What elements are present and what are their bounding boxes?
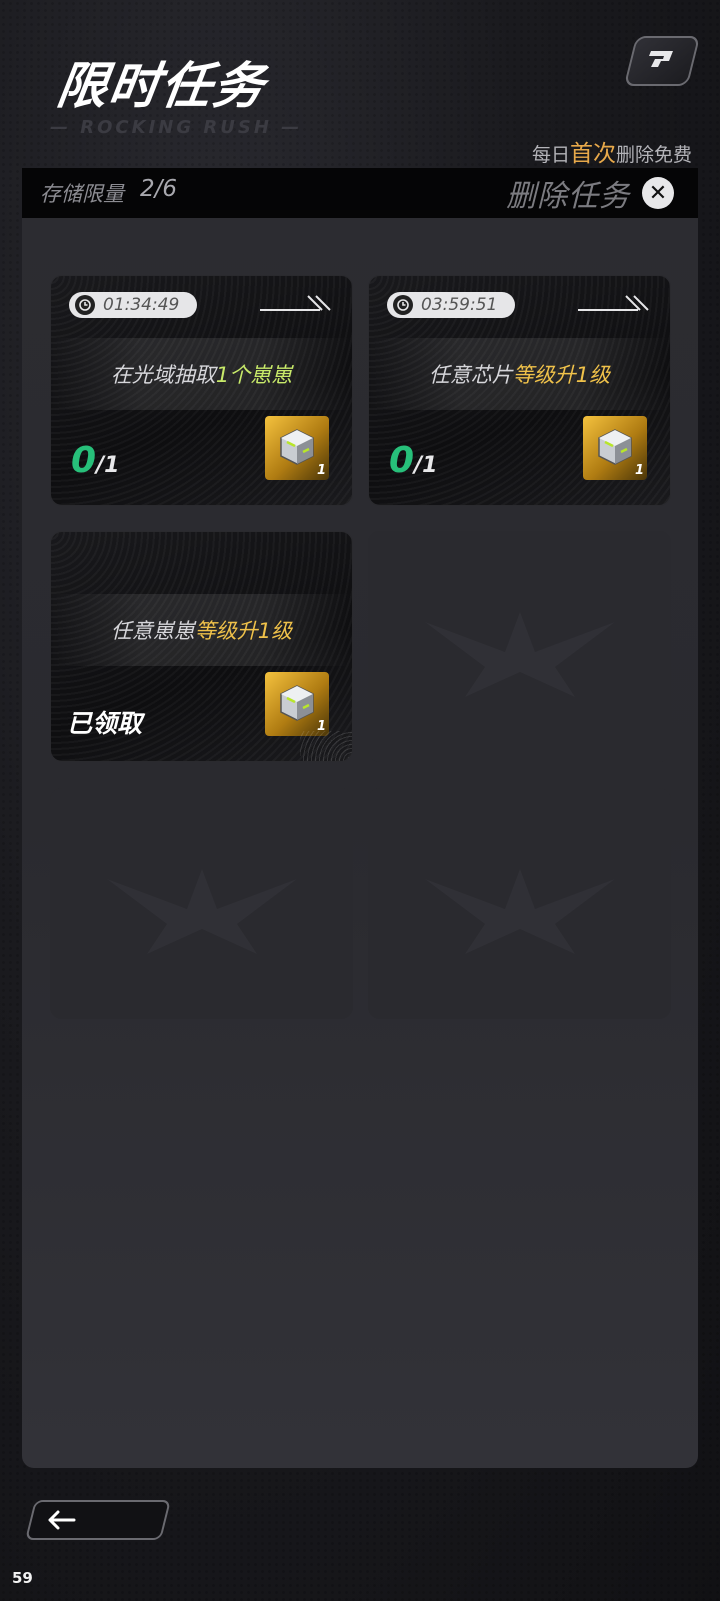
progress-current: 0	[71, 440, 97, 481]
empty-task-slot	[50, 788, 353, 1019]
timer-text: 01:34:49	[103, 295, 180, 315]
timer-text: 03:59:51	[421, 295, 498, 315]
empty-slot-logo-icon	[106, 868, 297, 954]
help-button[interactable]	[623, 36, 701, 86]
reward-item[interactable]: 1	[583, 416, 647, 480]
free-note-prefix: 每日	[531, 144, 570, 166]
arrow-left-icon	[48, 1510, 76, 1530]
task-card-2[interactable]: 03:59:51 任意芯片 等级升1级 0/1 1	[368, 275, 671, 506]
delete-task-label: 删除任务	[506, 179, 630, 214]
free-delete-note: 每日首次删除免费	[532, 134, 692, 168]
task-desc-text: 在光域抽取	[110, 363, 216, 387]
clock-icon	[75, 295, 95, 315]
fps-counter: 59	[12, 1569, 33, 1587]
title-decoration: — ROCKING RUSH —	[50, 117, 303, 138]
progress-current: 0	[389, 440, 415, 481]
panel-header: 存储限量 2/6 删除任务 ✕	[22, 168, 698, 218]
task-desc-text: 任意崽崽	[110, 619, 195, 643]
task-desc-accent: 等级升1级	[194, 619, 293, 643]
task-desc-accent: 1个崽崽	[215, 363, 293, 387]
task-card-1[interactable]: 01:34:49 在光域抽取 1个崽崽 0/1 1	[50, 275, 353, 506]
task-desc-accent: 等级升1级	[512, 363, 611, 387]
reward-quantity: 1	[316, 463, 326, 478]
task-progress: 0/1	[389, 440, 437, 481]
progress-total: /1	[96, 453, 120, 478]
claimed-label: 已领取	[67, 709, 143, 738]
close-circle-icon[interactable]: ✕	[642, 177, 674, 209]
task-description: 在光域抽取 1个崽崽	[51, 338, 352, 410]
back-button[interactable]	[25, 1500, 171, 1540]
task-progress: 0/1	[71, 440, 119, 481]
storage-label: 存储限量	[40, 182, 124, 206]
empty-slot-logo-icon	[424, 868, 615, 954]
reward-item[interactable]: 1	[265, 672, 329, 736]
timer-badge: 01:34:49	[69, 292, 197, 318]
empty-task-slot	[368, 788, 671, 1019]
task-desc-text: 任意芯片	[428, 363, 513, 387]
clock-icon	[393, 295, 413, 315]
progress-total: /1	[414, 453, 438, 478]
task-description: 任意崽崽 等级升1级	[51, 594, 352, 666]
reward-item[interactable]: 1	[265, 416, 329, 480]
delete-task-button[interactable]: 删除任务 ✕	[506, 173, 674, 214]
storage-value: 2/6	[140, 176, 178, 202]
deco-lines-icon	[260, 295, 331, 311]
free-note-highlight: 首次	[569, 141, 616, 167]
free-note-suffix: 删除免费	[615, 144, 692, 166]
empty-slot-logo-icon	[424, 611, 615, 697]
corner-decoration	[300, 731, 352, 761]
reward-quantity: 1	[634, 463, 644, 478]
task-card-3[interactable]: 任意崽崽 等级升1级 已领取 1	[50, 531, 353, 762]
timer-badge: 03:59:51	[387, 292, 515, 318]
help-icon	[649, 51, 673, 67]
page-title: 限时任务	[53, 57, 270, 115]
empty-task-slot	[368, 531, 671, 762]
task-description: 任意芯片 等级升1级	[369, 338, 670, 410]
deco-lines-icon	[578, 295, 649, 311]
